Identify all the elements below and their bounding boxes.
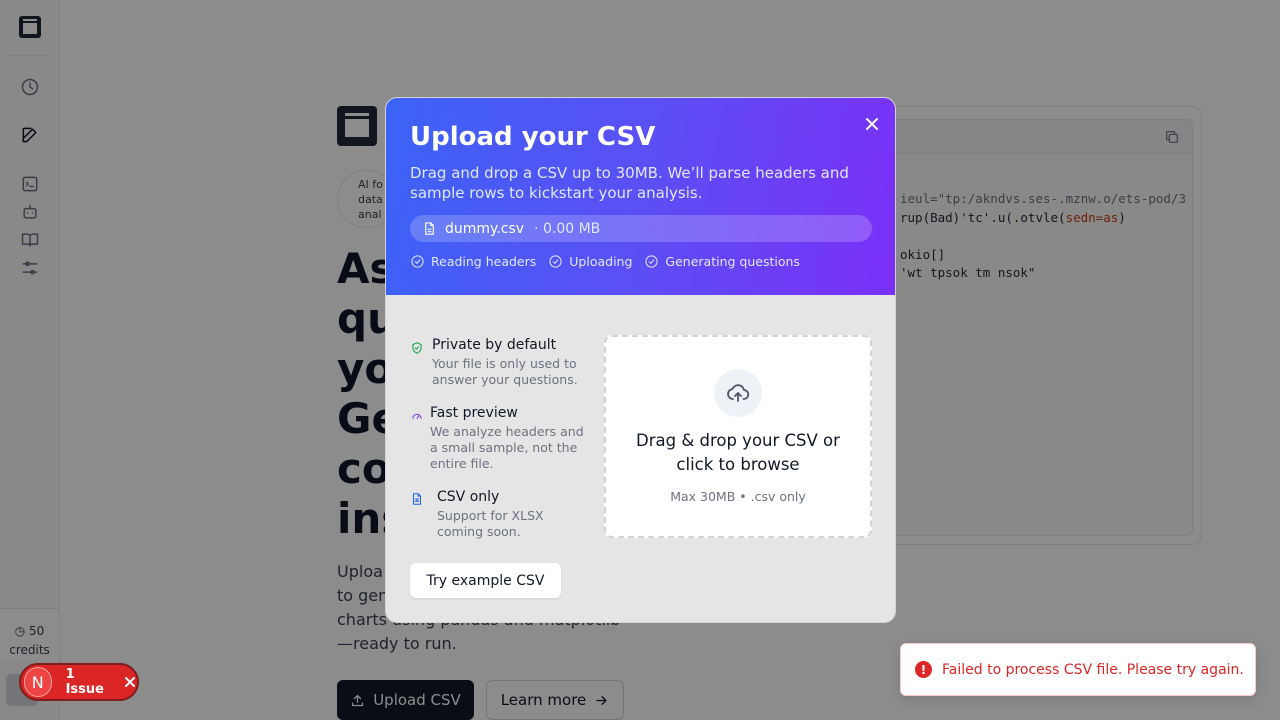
feature-desc: Your file is only used to answer your qu…	[432, 356, 578, 387]
try-example-csv-button[interactable]: Try example CSV	[410, 563, 561, 598]
csv-dropzone[interactable]: Drag & drop your CSV or click to browse …	[604, 335, 872, 538]
upload-csv-modal: Upload your CSV Drag and drop a CSV up t…	[385, 97, 896, 623]
feature-title: Private by default	[432, 337, 557, 353]
close-icon	[866, 118, 878, 130]
step-uploading: Uploading	[548, 254, 632, 269]
dismiss-issues-button[interactable]	[123, 675, 137, 689]
file-icon	[425, 222, 434, 235]
check-circle-icon	[645, 255, 659, 268]
check-circle-icon	[411, 255, 424, 268]
feature-desc: We analyze headers and a small sample, n…	[430, 424, 584, 471]
step-reading-headers: Reading headers	[410, 254, 536, 269]
step-label: Reading headers	[431, 254, 537, 269]
close-modal-button[interactable]	[860, 112, 884, 136]
modal-header: Upload your CSV Drag and drop a CSV up t…	[386, 98, 895, 295]
cloud-upload-icon	[714, 369, 762, 417]
file-size: · 0.00 MB	[534, 220, 601, 237]
feature-fast-preview: Fast preview We analyze headers and a sm…	[410, 405, 590, 475]
modal-title: Upload your CSV	[410, 122, 656, 152]
feature-private: Private by default Your file is only use…	[410, 337, 590, 387]
modal-subtitle: Drag and drop a CSV up to 30MB. We’ll pa…	[410, 164, 849, 202]
feature-title: Fast preview	[430, 405, 518, 421]
feature-title: CSV only	[437, 489, 500, 505]
issues-label: 1 Issue	[65, 667, 104, 697]
step-label: Generating questions	[665, 254, 800, 269]
shield-icon	[410, 340, 424, 354]
selected-file-pill: dummy.csv · 0.00 MB	[410, 215, 872, 242]
spreadsheet-icon	[410, 491, 424, 505]
error-toast: ! Failed to process CSV file. Please try…	[900, 643, 1256, 696]
close-icon	[125, 677, 135, 687]
error-icon: !	[915, 661, 932, 678]
step-generating-questions: Generating questions	[644, 254, 800, 269]
issues-indicator[interactable]: N 1 Issue	[19, 663, 139, 701]
step-label: Uploading	[569, 254, 633, 269]
error-toast-message: Failed to process CSV file. Please try a…	[942, 661, 1244, 678]
dropzone-text: Drag & drop your CSV or click to browse	[636, 431, 840, 474]
gauge-icon	[410, 408, 424, 422]
progress-steps: Reading headers Uploading Generating que…	[410, 254, 800, 269]
check-circle-icon	[549, 255, 562, 268]
feature-csv-only: CSV only Support for XLSX coming soon.	[410, 489, 590, 539]
file-name: dummy.csv	[445, 220, 525, 237]
dropzone-hint: Max 30MB • .csv only	[670, 489, 806, 504]
feature-desc: Support for XLSX coming soon.	[437, 508, 544, 539]
issues-badge: N	[24, 667, 52, 697]
